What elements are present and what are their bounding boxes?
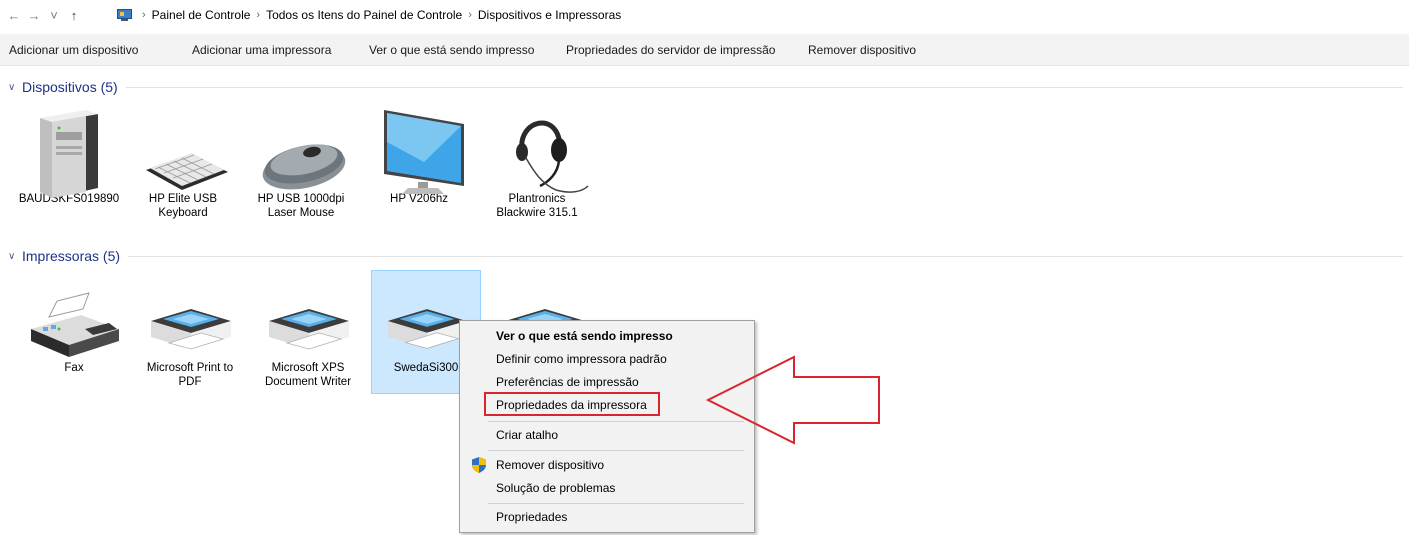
computer-icon [14, 102, 124, 198]
back-arrow-icon[interactable]: ← [4, 5, 24, 25]
printer-icon [253, 271, 363, 361]
fax-icon [19, 271, 129, 361]
remove-device-button[interactable]: Remover dispositivo [808, 43, 916, 57]
device-item-keyboard[interactable]: HP Elite USB Keyboard [128, 102, 238, 220]
menu-item-see-printing[interactable]: Ver o que está sendo impresso [496, 329, 673, 343]
recent-locations-chevron-icon[interactable]: ˅ [44, 5, 64, 25]
menu-separator [488, 450, 744, 451]
chevron-down-icon: ∨ [8, 250, 16, 262]
printers-group-header[interactable]: ∨ Impressoras (5) [8, 246, 1403, 266]
see-printing-button[interactable]: Ver o que está sendo impresso [369, 43, 534, 57]
breadcrumb-separator: › [142, 9, 146, 21]
forward-arrow-icon[interactable]: → [24, 5, 44, 25]
address-bar: ← → ˅ ↑ › Painel de Controle › Todos os … [0, 0, 1409, 30]
group-divider [125, 86, 1403, 88]
shield-icon [472, 457, 486, 473]
breadcrumb-dispositivos-impressoras[interactable]: Dispositivos e Impressoras [478, 8, 621, 22]
menu-item-printing-preferences[interactable]: Preferências de impressão [496, 375, 639, 389]
menu-item-remove-device[interactable]: Remover dispositivo [496, 458, 604, 472]
printer-item-xps[interactable]: Microsoft XPS Document Writer [253, 271, 363, 389]
menu-item-troubleshoot[interactable]: Solução de problemas [496, 481, 615, 495]
breadcrumb: › Painel de Controle › Todos os Itens do… [116, 3, 621, 27]
printer-item-pdf[interactable]: Microsoft Print to PDF [135, 271, 245, 389]
device-item-headset[interactable]: Plantronics Blackwire 315.1 [482, 102, 592, 220]
add-printer-button[interactable]: Adicionar uma impressora [192, 43, 331, 57]
printer-label: Microsoft XPS Document Writer [264, 362, 352, 388]
menu-separator [488, 503, 744, 504]
keyboard-icon [128, 102, 238, 192]
devices-group-header[interactable]: ∨ Dispositivos (5) [8, 77, 1403, 97]
breadcrumb-todos-os-itens[interactable]: Todos os Itens do Painel de Controle [266, 8, 462, 22]
menu-item-create-shortcut[interactable]: Criar atalho [496, 428, 558, 442]
printer-item-fax[interactable]: Fax [19, 271, 129, 375]
add-device-button[interactable]: Adicionar um dispositivo [9, 43, 138, 57]
breadcrumb-separator: › [256, 9, 261, 21]
printer-label: Microsoft Print to PDF [146, 362, 234, 388]
highlight-box [484, 392, 660, 416]
menu-item-set-default-printer[interactable]: Definir como impressora padrão [496, 352, 667, 366]
command-bar: Adicionar um dispositivo Adicionar uma i… [0, 34, 1409, 66]
printer-icon [135, 271, 245, 361]
group-divider [128, 255, 1403, 257]
up-arrow-icon[interactable]: ↑ [64, 5, 84, 25]
device-item-monitor[interactable]: HP V206hz [364, 102, 474, 206]
control-panel-icon [116, 8, 134, 22]
devices-group-title: Dispositivos (5) [22, 79, 118, 95]
device-item-computer[interactable]: BAUDSKFS019890 [14, 102, 124, 206]
breadcrumb-painel-de-controle[interactable]: Painel de Controle [152, 8, 251, 22]
printers-group-title: Impressoras (5) [22, 248, 121, 264]
monitor-icon [364, 102, 474, 194]
headset-icon [482, 102, 592, 193]
device-item-mouse[interactable]: HP USB 1000dpi Laser Mouse [246, 102, 356, 220]
menu-item-properties[interactable]: Propriedades [496, 510, 567, 524]
breadcrumb-separator: › [468, 9, 472, 21]
print-server-properties-button[interactable]: Propriedades do servidor de impressão [566, 43, 775, 57]
annotation-arrow-icon [706, 355, 880, 445]
mouse-icon [246, 102, 356, 192]
chevron-down-icon: ∨ [8, 81, 16, 93]
